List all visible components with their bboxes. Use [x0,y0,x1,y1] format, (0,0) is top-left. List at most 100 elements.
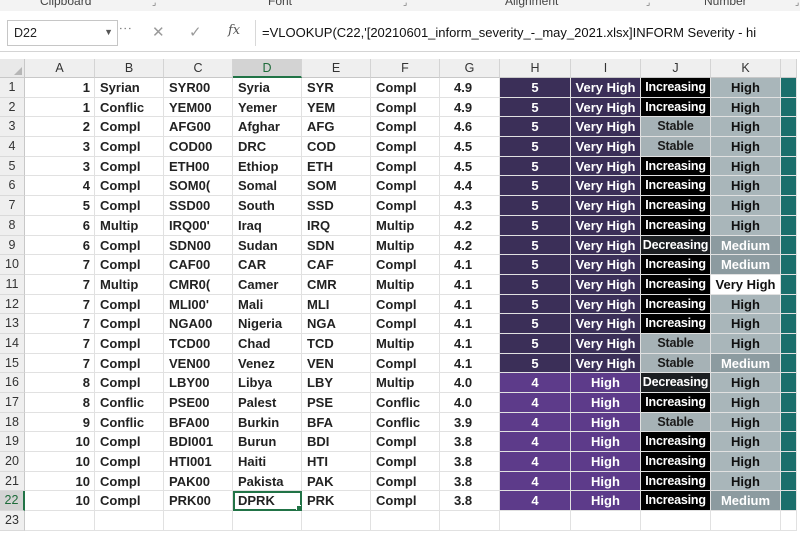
cell-K12[interactable]: High [711,294,781,315]
cell-A19[interactable]: 10 [25,432,95,453]
cell-J7[interactable]: Increasing [641,196,711,216]
cell-D1[interactable]: Syria [233,78,302,98]
cell-F9[interactable]: Multip [371,235,440,256]
cell-E2[interactable]: YEM [302,97,371,118]
select-all-button[interactable] [0,59,25,78]
cell-L9[interactable] [781,235,797,256]
cell-I22[interactable]: High [571,491,641,512]
row-header-17[interactable]: 17 [0,393,25,413]
cell-A8[interactable]: 6 [25,215,95,236]
cell-C21[interactable]: PAK00 [164,471,233,492]
cell-A22[interactable]: 10 [25,491,95,512]
row-header-10[interactable]: 10 [0,255,25,275]
cell-K19[interactable]: High [711,432,781,453]
column-header-f[interactable]: F [371,59,440,78]
cell-J23[interactable] [641,511,711,531]
cell-B3[interactable]: Compl [95,117,164,138]
cell-B8[interactable]: Multip [95,215,164,236]
cell-E15[interactable]: VEN [302,353,371,374]
cell-C8[interactable]: IRQ00' [164,215,233,236]
cell-A13[interactable]: 7 [25,314,95,334]
cell-B23[interactable] [95,511,164,531]
number-launcher-icon[interactable]: ⌟ [795,0,799,8]
cell-E6[interactable]: SOM [302,176,371,197]
cell-A7[interactable]: 5 [25,196,95,216]
cell-C15[interactable]: VEN00 [164,353,233,374]
cell-A5[interactable]: 3 [25,156,95,177]
fill-handle[interactable] [296,505,301,511]
cell-J10[interactable]: Increasing [641,255,711,275]
cell-F6[interactable]: Compl [371,176,440,197]
row-header-9[interactable]: 9 [0,235,25,256]
cell-C10[interactable]: CAF00 [164,255,233,275]
cell-G12[interactable]: 4.1 [440,294,500,315]
cell-C17[interactable]: PSE00 [164,393,233,413]
cell-J17[interactable]: Increasing [641,393,711,413]
cell-H15[interactable]: 5 [500,353,571,374]
cell-J1[interactable]: Increasing [641,78,711,98]
row-header-7[interactable]: 7 [0,196,25,216]
row-header-14[interactable]: 14 [0,333,25,354]
cell-H5[interactable]: 5 [500,156,571,177]
cell-G23[interactable] [440,511,500,531]
cell-D17[interactable]: Palest [233,393,302,413]
cell-E1[interactable]: SYR [302,78,371,98]
row-header-16[interactable]: 16 [0,373,25,393]
cell-J16[interactable]: Decreasing [641,373,711,393]
cell-F7[interactable]: Compl [371,196,440,216]
column-header-b[interactable]: B [95,59,164,78]
cell-A3[interactable]: 2 [25,117,95,138]
cell-D5[interactable]: Ethiop [233,156,302,177]
cell-B13[interactable]: Compl [95,314,164,334]
cell-G1[interactable]: 4.9 [440,78,500,98]
column-header-i[interactable]: I [571,59,641,78]
cell-E16[interactable]: LBY [302,373,371,393]
cell-K20[interactable]: High [711,452,781,472]
cell-L6[interactable] [781,176,797,197]
cell-A18[interactable]: 9 [25,412,95,433]
cell-F1[interactable]: Compl [371,78,440,98]
cell-F5[interactable]: Compl [371,156,440,177]
cell-E12[interactable]: MLI [302,294,371,315]
cell-C16[interactable]: LBY00 [164,373,233,393]
cell-F22[interactable]: Compl [371,491,440,512]
cell-A23[interactable] [25,511,95,531]
cell-J2[interactable]: Increasing [641,97,711,118]
cell-K7[interactable]: High [711,196,781,216]
cell-K8[interactable]: High [711,215,781,236]
cell-B17[interactable]: Conflic [95,393,164,413]
cell-D18[interactable]: Burkin [233,412,302,433]
cell-D11[interactable]: Camer [233,274,302,295]
cell-C3[interactable]: AFG00 [164,117,233,138]
cell-H20[interactable]: 4 [500,452,571,472]
cell-L1[interactable] [781,78,797,98]
column-header-a[interactable]: A [25,59,95,78]
cell-H6[interactable]: 5 [500,176,571,197]
cell-F2[interactable]: Compl [371,97,440,118]
cell-A21[interactable]: 10 [25,471,95,492]
cell-B9[interactable]: Compl [95,235,164,256]
cell-I3[interactable]: Very High [571,117,641,138]
column-header-d[interactable]: D [233,59,302,78]
cell-H16[interactable]: 4 [500,373,571,393]
column-header-j[interactable]: J [641,59,711,78]
cell-H23[interactable] [500,511,571,531]
cell-F21[interactable]: Compl [371,471,440,492]
row-header-20[interactable]: 20 [0,452,25,472]
cell-K2[interactable]: High [711,97,781,118]
cell-H18[interactable]: 4 [500,412,571,433]
cell-H19[interactable]: 4 [500,432,571,453]
cell-I19[interactable]: High [571,432,641,453]
row-header-15[interactable]: 15 [0,353,25,374]
cell-L23[interactable] [781,511,797,531]
cell-C9[interactable]: SDN00 [164,235,233,256]
cell-J3[interactable]: Stable [641,117,711,138]
cell-H8[interactable]: 5 [500,215,571,236]
cell-L14[interactable] [781,333,797,354]
cell-I11[interactable]: Very High [571,274,641,295]
cell-L10[interactable] [781,255,797,275]
cell-B6[interactable]: Compl [95,176,164,197]
cell-I15[interactable]: Very High [571,353,641,374]
row-header-8[interactable]: 8 [0,215,25,236]
cell-J11[interactable]: Increasing [641,274,711,295]
